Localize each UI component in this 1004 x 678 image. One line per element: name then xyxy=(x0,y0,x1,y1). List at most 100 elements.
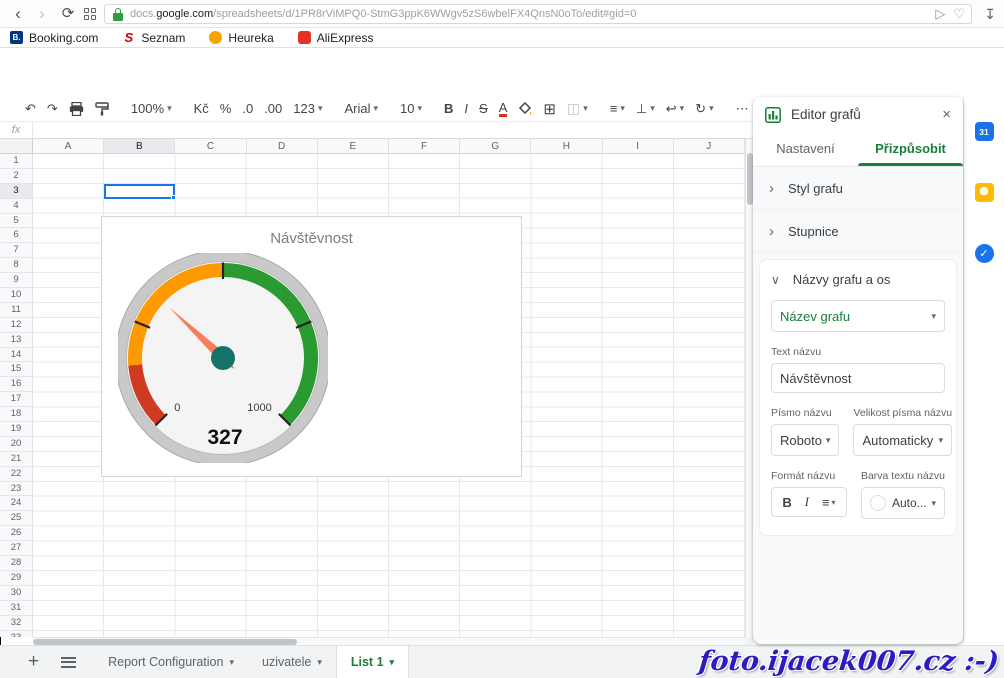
tasks-icon[interactable]: ✓ xyxy=(975,244,994,263)
horizontal-align-button[interactable]: ≡▾ xyxy=(610,101,625,116)
fill-color-button[interactable] xyxy=(518,102,532,116)
sheet-tab-menu-icon[interactable]: ▾ xyxy=(317,646,322,678)
row-header-33[interactable]: 33 xyxy=(0,631,33,638)
title-color-select[interactable]: Auto... ▾ xyxy=(861,487,945,519)
sheet-tab-list-1[interactable]: List 1▾ xyxy=(336,646,409,678)
row-header-18[interactable]: 18 xyxy=(0,407,33,422)
row-header-10[interactable]: 10 xyxy=(0,288,33,303)
print-icon[interactable] xyxy=(69,102,84,116)
row-header-30[interactable]: 30 xyxy=(0,586,33,601)
italic-button[interactable]: I xyxy=(464,101,468,116)
downloads-icon[interactable]: ↧ xyxy=(984,6,996,23)
column-header-F[interactable]: F xyxy=(389,139,460,154)
decrease-decimals-button[interactable]: .0 xyxy=(242,101,253,116)
column-header-C[interactable]: C xyxy=(175,139,246,154)
vertical-align-button[interactable]: ⊥▾ xyxy=(636,101,655,117)
keep-icon[interactable] xyxy=(975,183,994,202)
column-header-E[interactable]: E xyxy=(318,139,389,154)
all-sheets-icon[interactable] xyxy=(61,654,76,670)
bookmark-booking[interactable]: B.Booking.com xyxy=(10,31,98,45)
paint-format-icon[interactable] xyxy=(95,102,109,116)
forward-icon[interactable]: › xyxy=(32,3,52,24)
row-header-3[interactable]: 3 xyxy=(0,184,33,199)
font-size-select[interactable]: 10▾ xyxy=(400,101,422,116)
row-header-8[interactable]: 8 xyxy=(0,258,33,273)
row-header-12[interactable]: 12 xyxy=(0,318,33,333)
add-sheet-icon[interactable]: + xyxy=(28,651,39,673)
gauge-chart-object[interactable]: Návštěvnost 01000327 xyxy=(101,216,522,477)
bookmark-heureka[interactable]: Heureka xyxy=(209,31,273,45)
bookmark-heart-icon[interactable]: ♡ xyxy=(953,6,965,22)
row-header-7[interactable]: 7 xyxy=(0,243,33,258)
address-bar[interactable]: docs.google.com/spreadsheets/d/1PR8rViMP… xyxy=(104,4,972,24)
share-page-icon[interactable]: ▷ xyxy=(935,6,945,22)
vertical-scrollbar[interactable] xyxy=(745,139,753,637)
redo-icon[interactable]: ↷ xyxy=(47,101,58,117)
column-header-I[interactable]: I xyxy=(603,139,674,154)
bold-button[interactable]: B xyxy=(444,101,453,116)
strikethrough-button[interactable]: S xyxy=(479,101,488,116)
zoom-select[interactable]: 100%▾ xyxy=(131,101,172,116)
title-font-select[interactable]: Roboto ▾ xyxy=(771,424,839,456)
sheet-tab-menu-icon[interactable]: ▾ xyxy=(229,646,234,678)
bookmark-seznam[interactable]: SSeznam xyxy=(122,31,185,45)
close-panel-icon[interactable]: × xyxy=(942,106,951,123)
title-text-input[interactable] xyxy=(771,363,945,393)
speed-dial-icon[interactable] xyxy=(84,8,97,21)
text-color-button[interactable]: A xyxy=(499,101,508,117)
row-header-19[interactable]: 19 xyxy=(0,422,33,437)
format-currency-button[interactable]: Kč xyxy=(194,101,209,116)
horizontal-scrollbar[interactable] xyxy=(33,637,745,645)
title-italic-button[interactable]: I xyxy=(805,494,809,510)
calendar-icon[interactable]: 31 xyxy=(975,122,994,141)
title-bold-button[interactable]: B xyxy=(782,495,791,510)
reload-icon[interactable]: ⟳ xyxy=(58,3,78,24)
row-header-11[interactable]: 11 xyxy=(0,303,33,318)
row-header-28[interactable]: 28 xyxy=(0,556,33,571)
row-header-15[interactable]: 15 xyxy=(0,362,33,377)
title-font-size-select[interactable]: Automaticky ▾ xyxy=(853,424,952,456)
selected-cell-B3[interactable] xyxy=(104,184,175,199)
undo-icon[interactable]: ↶ xyxy=(25,101,36,117)
row-header-6[interactable]: 6 xyxy=(0,228,33,243)
format-percent-button[interactable]: % xyxy=(220,101,232,116)
row-header-24[interactable]: 24 xyxy=(0,496,33,511)
more-formats-button[interactable]: 123▾ xyxy=(293,101,322,116)
row-header-32[interactable]: 32 xyxy=(0,616,33,631)
section-stupnice[interactable]: ›Stupnice xyxy=(753,210,963,253)
back-icon[interactable]: ‹ xyxy=(8,3,28,24)
title-align-button[interactable]: ≡▾ xyxy=(822,495,836,510)
column-header-A[interactable]: A xyxy=(33,139,104,154)
formula-input[interactable] xyxy=(33,122,753,138)
row-header-25[interactable]: 25 xyxy=(0,511,33,526)
column-header-J[interactable]: J xyxy=(674,139,745,154)
row-header-20[interactable]: 20 xyxy=(0,437,33,452)
column-header-G[interactable]: G xyxy=(460,139,531,154)
column-header-B[interactable]: B xyxy=(104,139,175,154)
row-header-17[interactable]: 17 xyxy=(0,392,33,407)
editor-tab-nastavení[interactable]: Nastavení xyxy=(753,132,858,166)
editor-tab-přizpůsobit[interactable]: Přizpůsobit xyxy=(858,132,963,166)
row-header-2[interactable]: 2 xyxy=(0,169,33,184)
font-select[interactable]: Arial▾ xyxy=(344,101,378,116)
row-header-26[interactable]: 26 xyxy=(0,526,33,541)
text-rotate-button[interactable]: ↻▾ xyxy=(695,101,713,117)
row-header-5[interactable]: 5 xyxy=(0,214,33,229)
bookmark-ali[interactable]: AliExpress xyxy=(298,31,374,45)
text-wrap-button[interactable]: ↩▾ xyxy=(666,101,684,117)
increase-decimals-button[interactable]: .00 xyxy=(264,101,282,116)
row-header-22[interactable]: 22 xyxy=(0,467,33,482)
row-header-29[interactable]: 29 xyxy=(0,571,33,586)
title-type-select[interactable]: Název grafu ▾ xyxy=(771,300,945,332)
section-styl-grafu[interactable]: ›Styl grafu xyxy=(753,167,963,210)
row-header-4[interactable]: 4 xyxy=(0,199,33,214)
borders-button[interactable]: ⊞ xyxy=(543,100,556,118)
fill-handle[interactable] xyxy=(171,195,176,200)
more-toolbar-button[interactable]: ⋯ xyxy=(736,101,749,117)
row-header-13[interactable]: 13 xyxy=(0,333,33,348)
sheet-tab-uzivatele[interactable]: uzivatele▾ xyxy=(248,646,336,678)
sheet-tab-report-configuration[interactable]: Report Configuration▾ xyxy=(94,646,248,678)
sheet-tab-menu-icon[interactable]: ▾ xyxy=(390,646,395,678)
row-header-1[interactable]: 1 xyxy=(0,154,33,169)
row-header-21[interactable]: 21 xyxy=(0,452,33,467)
